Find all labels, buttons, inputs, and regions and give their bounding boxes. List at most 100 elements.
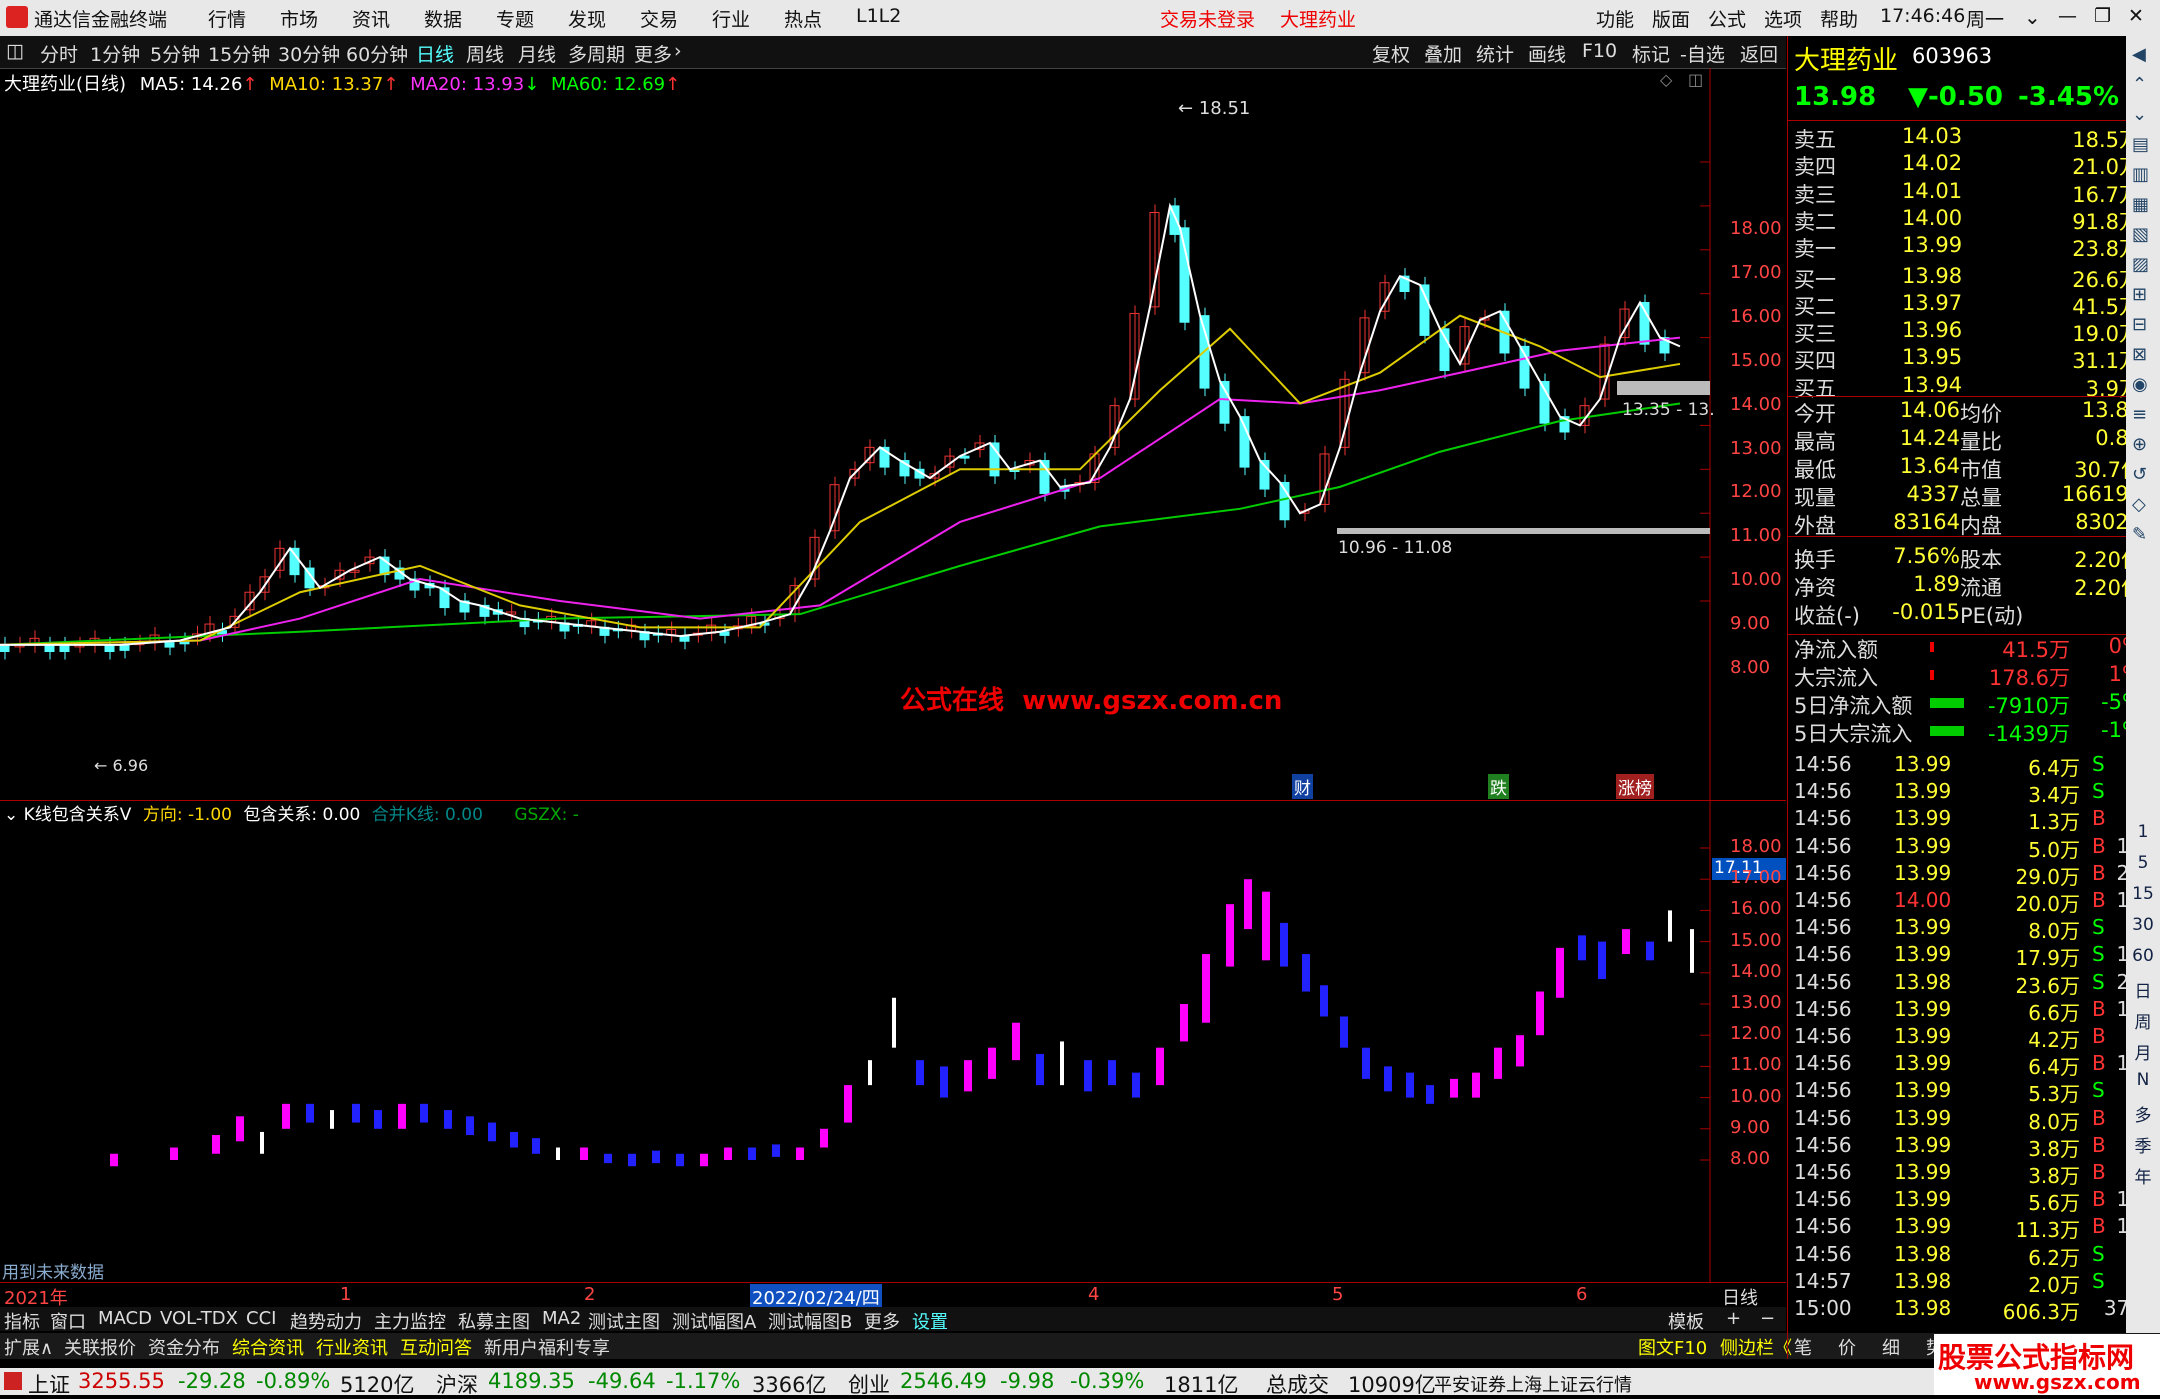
login-status[interactable]: 交易未登录 (1160, 5, 1255, 32)
close-icon[interactable]: ✕ (2128, 5, 2144, 27)
side-period-7[interactable]: 月 (2126, 1039, 2160, 1064)
chevron-right-icon[interactable]: › (674, 40, 682, 62)
side-tool-icon[interactable]: ⊠ (2132, 344, 2147, 365)
bid-row[interactable]: 买三 13.96 19.0万 (1794, 318, 2154, 346)
menu-redian[interactable]: 热点 (784, 5, 822, 32)
plus-icon[interactable]: + (1722, 1308, 1745, 1329)
period-5min[interactable]: 5分钟 (150, 40, 200, 67)
tab-qushi[interactable]: 趋势动力 (286, 1308, 366, 1334)
menu-bangzhu[interactable]: 帮助 (1820, 5, 1858, 32)
side-tool-icon[interactable]: ◉ (2132, 374, 2148, 395)
tab-moban[interactable]: 模板 (1664, 1308, 1708, 1334)
ext-hangye[interactable]: 行业资讯 (312, 1334, 392, 1360)
tab-ma2[interactable]: MA2 (538, 1308, 585, 1329)
side-tool-icon[interactable]: ⊟ (2132, 314, 2147, 335)
side-tool-icon[interactable]: ⊕ (2132, 434, 2147, 455)
bid-row[interactable]: 买四 13.95 31.1万 (1794, 345, 2154, 373)
side-period-0[interactable]: 1 (2126, 822, 2160, 842)
tab-simu[interactable]: 私募主图 (454, 1308, 534, 1334)
side-tool-icon[interactable]: ▤ (2132, 134, 2149, 155)
tab-zhibiao[interactable]: 指标 (0, 1308, 44, 1334)
menu-hangye[interactable]: 行业 (712, 5, 750, 32)
side-period-11[interactable]: 年 (2126, 1163, 2160, 1188)
side-period-8[interactable]: N (2126, 1070, 2160, 1090)
period-fenshi[interactable]: 分时 (40, 40, 78, 67)
tool-diejia[interactable]: 叠加 (1424, 40, 1462, 67)
ext-zonghe[interactable]: 综合资讯 (228, 1334, 308, 1360)
tab-ceshi-futu-b[interactable]: 测试幅图B (764, 1308, 856, 1334)
menu-l1l2[interactable]: L1L2 (856, 5, 901, 27)
sub-indicator-chart[interactable]: ⌄ K线包含关系V 方向: -1.00 包含关系: 0.00 合并K线: 0.0… (0, 800, 1786, 1283)
side-tool-icon[interactable]: ▧ (2132, 224, 2149, 245)
menu-shichang[interactable]: 市场 (280, 5, 318, 32)
side-tool-icon[interactable]: ⊞ (2132, 284, 2147, 305)
period-week[interactable]: 周线 (466, 40, 504, 67)
side-period-10[interactable]: 季 (2126, 1132, 2160, 1157)
side-tool-icon[interactable]: ↺ (2132, 464, 2147, 485)
tab-gengduo[interactable]: 更多 (860, 1308, 904, 1334)
ext-zijin[interactable]: 资金分布 (144, 1334, 224, 1360)
tab-ceshi-zhutu[interactable]: 测试主图 (584, 1308, 664, 1334)
side-period-1[interactable]: 5 (2126, 853, 2160, 873)
marker-die[interactable]: 跌 (1488, 774, 1509, 799)
tool-fuquan[interactable]: 复权 (1372, 40, 1410, 67)
menu-xuanxiang[interactable]: 选项 (1764, 5, 1802, 32)
menu-jiaoyi[interactable]: 交易 (640, 5, 678, 32)
side-tool-icon[interactable]: ▨ (2132, 254, 2149, 275)
period-1min[interactable]: 1分钟 (90, 40, 140, 67)
main-kline-chart[interactable]: 大理药业(日线) MA5: 14.26↑ MA10: 13.37↑ MA20: … (0, 68, 1786, 801)
menu-hangqing[interactable]: 行情 (208, 5, 246, 32)
tab-shezhi[interactable]: 设置 (908, 1308, 952, 1334)
period-15min[interactable]: 15分钟 (208, 40, 270, 67)
period-multi[interactable]: 多周期 (568, 40, 625, 67)
ask-row[interactable]: 卖五 14.03 18.5万 (1794, 124, 2154, 152)
marker-zhangbang[interactable]: 涨榜 (1616, 774, 1654, 799)
period-month[interactable]: 月线 (518, 40, 556, 67)
menu-banmian[interactable]: 版面 (1652, 5, 1690, 32)
menu-down-icon[interactable]: ⌄ (2024, 5, 2041, 29)
side-tool-icon[interactable]: ✎ (2132, 524, 2147, 545)
marker-cai[interactable]: 财 (1292, 774, 1313, 799)
side-tool-icon[interactable]: ◇ (2132, 494, 2146, 515)
maximize-icon[interactable]: ❐ (2094, 5, 2111, 27)
menu-gongneng[interactable]: 功能 (1596, 5, 1634, 32)
tool-f10[interactable]: F10 (1582, 40, 1617, 62)
ask-row[interactable]: 卖二 14.00 91.8万 (1794, 206, 2154, 234)
side-tool-icon[interactable]: ⌄ (2132, 104, 2147, 125)
ext-tuwen-f10[interactable]: 图文F10 (1634, 1334, 1711, 1360)
period-30min[interactable]: 30分钟 (278, 40, 340, 67)
side-tool-icon[interactable]: ▦ (2132, 194, 2149, 215)
ask-row[interactable]: 卖三 14.01 16.7万 (1794, 179, 2154, 207)
tab-macd[interactable]: MACD (94, 1308, 156, 1329)
side-period-3[interactable]: 30 (2126, 915, 2160, 935)
ext-kuozhan[interactable]: 扩展∧ (0, 1334, 57, 1360)
menu-zixun[interactable]: 资讯 (352, 5, 390, 32)
tab-zhuli[interactable]: 主力监控 (370, 1308, 450, 1334)
side-tool-icon[interactable]: ≡ (2132, 404, 2147, 425)
side-tool-icon[interactable]: ◀ (2132, 44, 2146, 65)
side-period-2[interactable]: 15 (2126, 884, 2160, 904)
tool-huaxian[interactable]: 画线 (1528, 40, 1566, 67)
side-tool-icon[interactable]: ▥ (2132, 164, 2149, 185)
tool-fanhui[interactable]: 返回 (1740, 40, 1778, 67)
menu-gongshi[interactable]: 公式 (1708, 5, 1746, 32)
side-period-6[interactable]: 周 (2126, 1008, 2160, 1033)
ask-row[interactable]: 卖一 13.99 23.8万 (1794, 233, 2154, 261)
tool-tongji[interactable]: 统计 (1476, 40, 1514, 67)
tab-chuangkou[interactable]: 窗口 (46, 1308, 90, 1334)
side-period-5[interactable]: 日 (2126, 977, 2160, 1002)
tool-zixuan[interactable]: -自选 (1680, 40, 1725, 67)
period-day[interactable]: 日线 (416, 40, 454, 67)
tab-vol-tdx[interactable]: VOL-TDX (156, 1308, 242, 1329)
bid-row[interactable]: 买一 13.98 26.6万 (1794, 264, 2154, 292)
menu-shuju[interactable]: 数据 (424, 5, 462, 32)
ext-guanlian[interactable]: 关联报价 (60, 1334, 140, 1360)
tab-ceshi-futu-a[interactable]: 测试幅图A (668, 1308, 760, 1334)
menu-zhuanti[interactable]: 专题 (496, 5, 534, 32)
tool-biaoji[interactable]: 标记 (1632, 40, 1670, 67)
period-more[interactable]: 更多 (634, 40, 672, 67)
menu-faxian[interactable]: 发现 (568, 5, 606, 32)
period-60min[interactable]: 60分钟 (346, 40, 408, 67)
ext-cebianlan[interactable]: 侧边栏《 (1716, 1334, 1796, 1360)
side-tool-icon[interactable]: ⌃ (2132, 74, 2147, 95)
